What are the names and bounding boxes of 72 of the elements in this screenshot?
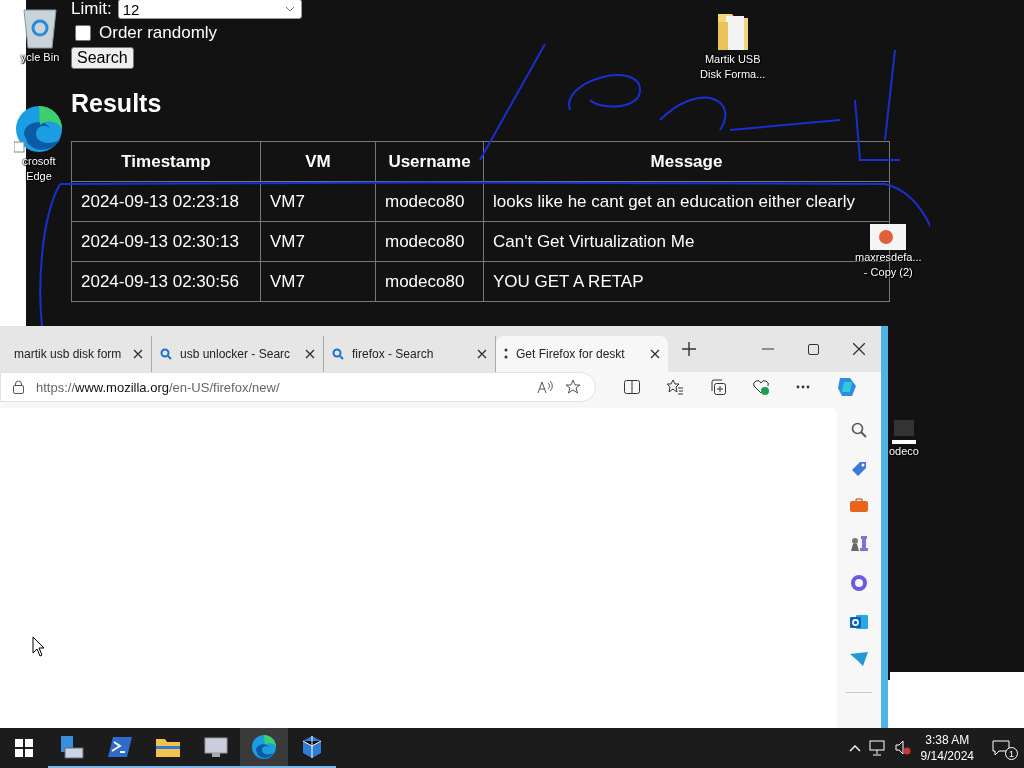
close-tab-icon[interactable] xyxy=(477,349,487,359)
copilot-icon[interactable] xyxy=(836,376,858,398)
search-button[interactable]: Search xyxy=(71,47,134,69)
table-cell: 2024-09-13 02:30:56 xyxy=(71,261,261,302)
read-aloud-icon[interactable] xyxy=(537,380,553,394)
table-cell: looks like he cant get an education either clearly xyxy=(483,181,890,222)
table-cell: VM7 xyxy=(260,181,376,222)
desktop-icon-label[interactable]: odeco xyxy=(889,444,919,459)
column-header: VM xyxy=(260,141,376,182)
windows-start-icon[interactable] xyxy=(15,739,33,757)
image-thumbnail-icon[interactable] xyxy=(870,224,907,250)
paper-plane-icon[interactable] xyxy=(850,652,868,666)
desktop-icon-label[interactable]: maxresdefa... - Copy (2) xyxy=(855,250,922,280)
notification-icon xyxy=(992,740,1010,756)
lock-icon xyxy=(13,380,24,394)
split-screen-icon[interactable] xyxy=(624,380,640,394)
collections-icon[interactable] xyxy=(710,379,726,395)
search-icon xyxy=(332,348,344,360)
favorite-star-icon[interactable] xyxy=(565,379,581,395)
server-manager-icon xyxy=(59,734,85,760)
mouse-cursor-icon xyxy=(32,636,45,657)
order-randomly-label: Order randomly xyxy=(99,23,218,43)
volume-muted-icon[interactable] xyxy=(894,740,911,756)
table-cell: modeco80 xyxy=(375,181,484,222)
table-cell: VM7 xyxy=(260,261,376,302)
tag-icon[interactable] xyxy=(850,460,868,476)
loading-icon xyxy=(504,348,508,360)
more-options-icon[interactable] xyxy=(796,385,810,389)
recycle-bin-icon[interactable] xyxy=(20,6,60,50)
results-heading: Results xyxy=(71,89,163,118)
cubes-icon xyxy=(301,735,323,759)
close-tab-icon[interactable] xyxy=(133,349,143,359)
toolbox-icon[interactable] xyxy=(850,498,868,512)
taskbar-app-button[interactable] xyxy=(240,728,288,768)
close-tab-icon[interactable] xyxy=(305,349,315,359)
notification-count: 1 xyxy=(1005,747,1018,760)
clock-time[interactable]: 3:38 AM xyxy=(925,732,970,748)
close-tab-icon[interactable] xyxy=(650,349,660,359)
order-randomly-checkbox[interactable] xyxy=(75,25,91,41)
ring-logo-icon[interactable] xyxy=(850,574,868,592)
table-cell: 2024-09-13 02:30:13 xyxy=(71,221,261,262)
favorites-icon[interactable] xyxy=(666,379,684,395)
table-cell: 2024-09-13 02:23:18 xyxy=(71,181,261,222)
chess-pieces-icon[interactable] xyxy=(850,534,868,552)
outlook-icon[interactable] xyxy=(850,614,868,630)
close-icon[interactable] xyxy=(853,343,865,355)
shortcut-icon[interactable] xyxy=(892,418,916,444)
clock-date[interactable]: 9/14/2024 xyxy=(920,748,974,764)
search-icon xyxy=(160,348,172,360)
edge-browser-icon xyxy=(251,734,277,760)
search-icon[interactable] xyxy=(851,422,867,438)
chevron-up-icon[interactable] xyxy=(848,744,861,752)
new-tab-icon[interactable] xyxy=(682,342,696,356)
monitor-icon xyxy=(204,736,228,758)
limit-field[interactable]: 12 xyxy=(117,0,302,19)
notification-center-button[interactable]: 1 xyxy=(988,736,1024,760)
desktop-icon-label[interactable]: Martik USB Disk Forma... xyxy=(700,52,766,82)
edge-browser-icon[interactable] xyxy=(14,104,64,154)
address-bar[interactable]: https://www.mozilla.org/en-US/firefox/new/ xyxy=(0,372,596,402)
browser-tab[interactable]: Get Firefox for deskt xyxy=(496,336,668,372)
table-cell: modeco80 xyxy=(375,221,484,262)
folder-icon xyxy=(156,737,180,757)
limit-label: Limit: xyxy=(71,0,112,19)
column-header: Timestamp xyxy=(71,141,261,182)
powershell-icon xyxy=(108,736,132,758)
table-cell: VM7 xyxy=(260,221,376,262)
table-cell: modeco80 xyxy=(375,261,484,302)
maximize-icon[interactable] xyxy=(808,343,819,355)
browser-essentials-icon[interactable] xyxy=(752,379,770,395)
network-icon[interactable] xyxy=(868,740,887,756)
column-header: Username xyxy=(375,141,484,182)
column-header: Message xyxy=(483,141,890,182)
